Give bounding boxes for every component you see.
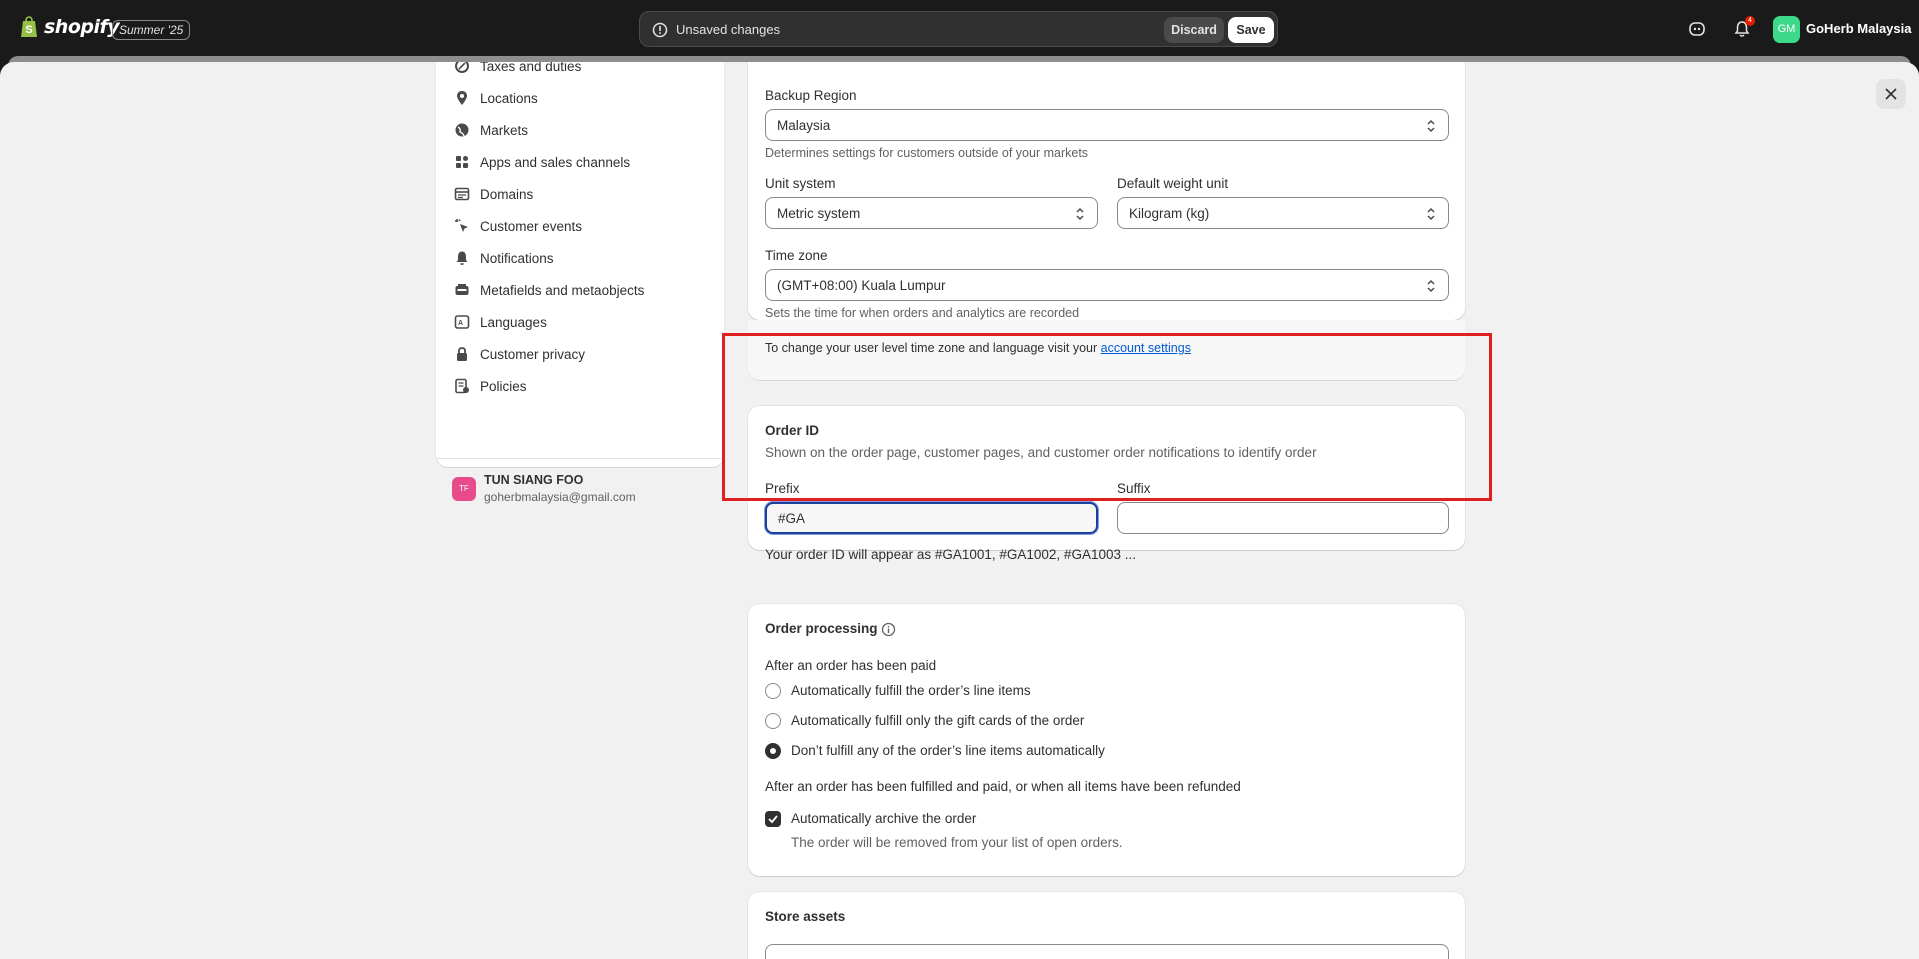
chevron-updown-icon xyxy=(1427,279,1435,293)
store-defaults-card: Backup Region Malaysia Determines settin… xyxy=(748,62,1465,320)
store-assets-field[interactable] xyxy=(765,944,1449,959)
sidebar-item-languages[interactable]: A Languages xyxy=(454,311,547,333)
sidebar-item-customer-events[interactable]: Customer events xyxy=(454,215,582,237)
store-avatar[interactable]: GM xyxy=(1773,16,1800,43)
backup-region-value: Malaysia xyxy=(777,118,831,133)
order-processing-title: Order processing xyxy=(765,621,878,636)
sidebar-item-markets[interactable]: Markets xyxy=(454,119,528,141)
radio-label: Automatically fulfill only the gift card… xyxy=(791,713,1085,728)
weight-unit-select[interactable]: Kilogram (kg) xyxy=(1117,197,1449,229)
sidebar-item-label: Taxes and duties xyxy=(480,62,582,74)
archive-label: Automatically archive the order xyxy=(791,811,977,826)
weight-unit-value: Kilogram (kg) xyxy=(1129,206,1210,221)
fulfilled-heading: After an order has been fulfilled and pa… xyxy=(765,779,1241,794)
sidebar-item-label: Locations xyxy=(480,90,538,106)
bell-icon xyxy=(456,251,468,265)
order-processing-card: Order processing After an order has been… xyxy=(748,604,1465,876)
top-bar: S shopify Summer '25 Unsaved changes Dis… xyxy=(0,0,1919,58)
sidebar-item-notifications[interactable]: Notifications xyxy=(454,247,554,269)
sidebar-item-policies[interactable]: Policies xyxy=(454,375,527,397)
sidebar-item-taxes[interactable]: Taxes and duties xyxy=(454,62,581,77)
time-zone-help: Sets the time for when orders and analyt… xyxy=(765,306,1080,320)
sidebar-item-locations[interactable]: Locations xyxy=(454,87,538,109)
tax-icon xyxy=(455,62,469,73)
notification-badge: 4 xyxy=(1745,16,1755,26)
shopify-logo[interactable]: S shopify xyxy=(20,16,120,38)
backup-region-help: Determines settings for customers outsid… xyxy=(765,146,1089,160)
prefix-input[interactable] xyxy=(765,502,1098,534)
radio-fulfill-gift-cards[interactable] xyxy=(765,713,781,729)
lock-icon xyxy=(457,347,467,361)
domains-icon xyxy=(454,187,470,201)
policy-icon xyxy=(455,378,469,394)
radio-label: Automatically fulfill the order’s line i… xyxy=(791,683,1031,698)
radio-fulfill-all[interactable] xyxy=(765,683,781,699)
language-icon: A xyxy=(454,315,470,329)
sidebar-item-label: Policies xyxy=(480,378,527,394)
store-assets-card: Store assets xyxy=(748,892,1465,959)
close-button[interactable] xyxy=(1876,79,1906,109)
edition-badge[interactable]: Summer '25 xyxy=(112,20,191,40)
apps-icon xyxy=(456,156,468,168)
time-zone-value: (GMT+08:00) Kuala Lumpur xyxy=(777,278,946,293)
warning-icon xyxy=(652,22,668,38)
discard-button[interactable]: Discard xyxy=(1164,17,1224,43)
sidebar-item-label: Apps and sales channels xyxy=(480,154,631,170)
weight-unit-label: Default weight unit xyxy=(1117,176,1229,191)
store-assets-title: Store assets xyxy=(765,909,846,924)
user-avatar[interactable]: TF xyxy=(452,477,476,501)
shopify-wordmark: shopify xyxy=(44,16,120,38)
sidebar-item-apps[interactable]: Apps and sales channels xyxy=(454,151,630,173)
backup-region-select[interactable]: Malaysia xyxy=(765,109,1449,141)
settings-sheet: Taxes and duties Locations Markets Apps … xyxy=(0,62,1919,959)
location-icon xyxy=(457,91,467,105)
archive-checkbox[interactable] xyxy=(765,811,781,827)
checkmark-icon xyxy=(768,815,778,824)
radio-label: Don’t fulfill any of the order’s line it… xyxy=(791,743,1105,758)
time-zone-select[interactable]: (GMT+08:00) Kuala Lumpur xyxy=(765,269,1449,301)
globe-icon xyxy=(455,123,469,137)
sidebar-item-label: Domains xyxy=(480,186,534,202)
highlight-box xyxy=(722,333,1492,501)
sidebar-item-domains[interactable]: Domains xyxy=(454,183,533,205)
sidebar-item-customer-privacy[interactable]: Customer privacy xyxy=(454,343,585,365)
sidebar-item-label: Notifications xyxy=(480,250,554,266)
chevron-updown-icon xyxy=(1427,119,1435,133)
chevron-updown-icon xyxy=(1076,207,1084,221)
store-name[interactable]: GoHerb Malaysia xyxy=(1806,21,1912,36)
chevron-updown-icon xyxy=(1427,207,1435,221)
user-name[interactable]: TUN SIANG FOO xyxy=(484,473,583,487)
time-zone-label: Time zone xyxy=(765,248,828,263)
sidebar-item-label: Customer events xyxy=(480,218,583,234)
svg-text:A: A xyxy=(458,320,463,327)
sidebar-divider xyxy=(436,458,724,459)
svg-text:S: S xyxy=(25,24,32,36)
settings-sidebar: Taxes and duties Locations Markets Apps … xyxy=(436,62,724,504)
sidebar-item-label: Languages xyxy=(480,314,547,330)
archive-help: The order will be removed from your list… xyxy=(791,835,1123,850)
unit-system-label: Unit system xyxy=(765,176,836,191)
sidebar-item-label: Customer privacy xyxy=(480,346,586,362)
unit-system-value: Metric system xyxy=(777,206,861,221)
order-id-preview: Your order ID will appear as #GA1001, #G… xyxy=(765,547,1136,562)
unsaved-changes-bar: Unsaved changes Discard Save xyxy=(639,11,1278,47)
suffix-input[interactable] xyxy=(1117,502,1449,534)
database-icon xyxy=(455,284,469,295)
user-email: goherbmalaysia@gmail.com xyxy=(484,490,636,504)
sidebar-item-metafields[interactable]: Metafields and metaobjects xyxy=(454,279,644,301)
paid-heading: After an order has been paid xyxy=(765,658,937,673)
info-icon[interactable] xyxy=(881,622,896,637)
sidebar-item-label: Markets xyxy=(480,122,529,138)
sidebar-item-label: Metafields and metaobjects xyxy=(480,282,645,298)
radio-dont-fulfill[interactable] xyxy=(765,743,781,759)
shopify-bag-icon: S xyxy=(21,16,37,37)
cursor-icon xyxy=(455,219,468,232)
unsaved-message: Unsaved changes xyxy=(676,22,781,37)
unit-system-select[interactable]: Metric system xyxy=(765,197,1098,229)
sidekick-icon[interactable] xyxy=(1686,18,1708,40)
close-icon xyxy=(1885,88,1897,100)
backup-region-label: Backup Region xyxy=(765,88,857,103)
save-button[interactable]: Save xyxy=(1228,17,1274,43)
